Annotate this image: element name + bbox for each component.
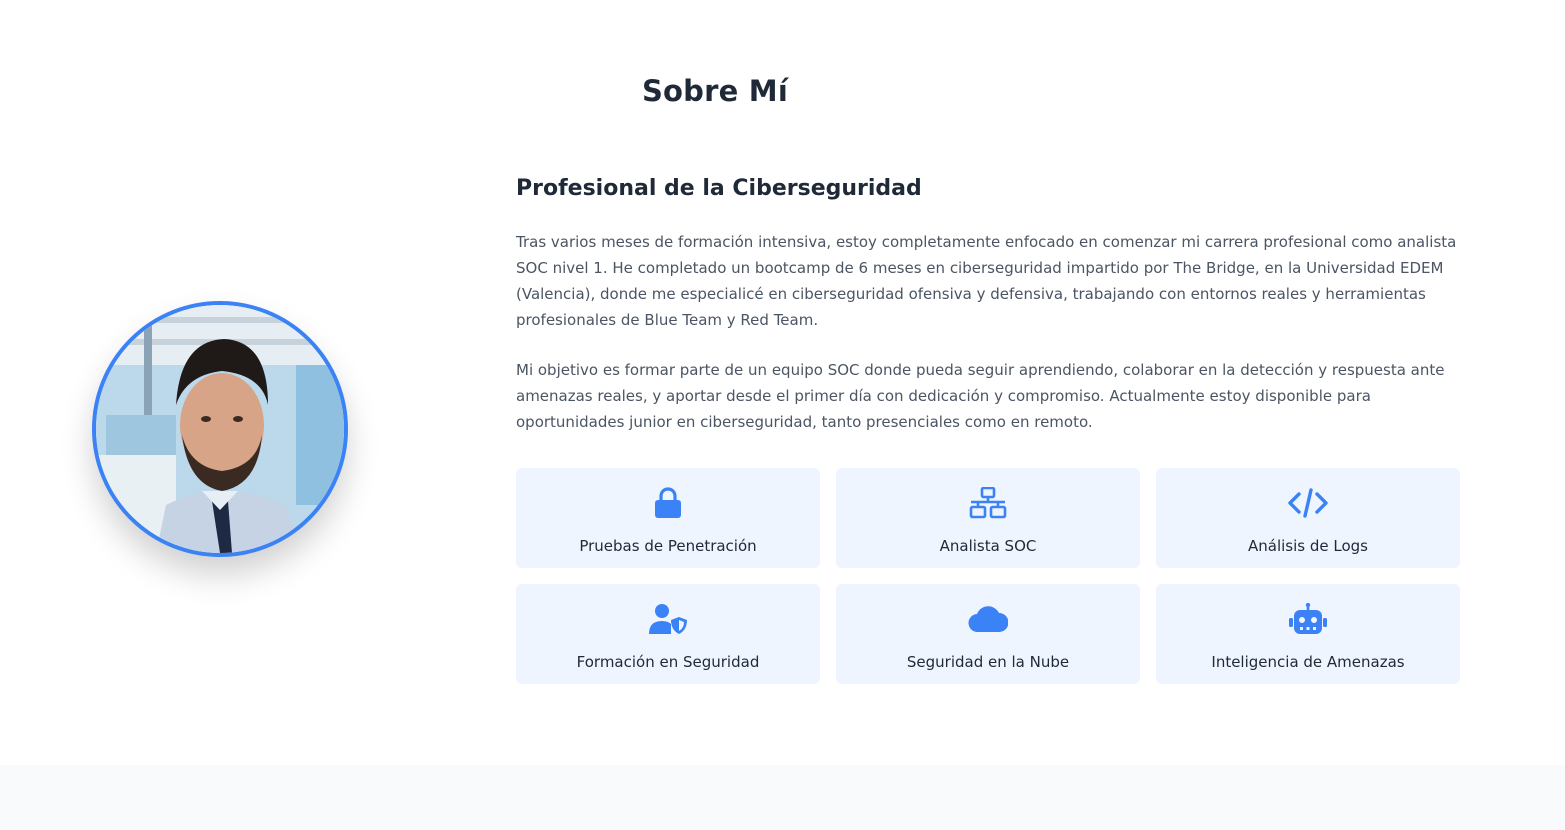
skill-card-security-training[interactable]: Formación en Seguridad [516, 584, 820, 684]
section-title: Sobre Mí [641, 74, 789, 108]
skill-card-soc-analyst[interactable]: Analista SOC [836, 468, 1140, 568]
network-icon [968, 485, 1008, 521]
skill-label: Pruebas de Penetración [579, 537, 757, 555]
lock-icon [648, 485, 688, 521]
skill-label: Seguridad en la Nube [906, 653, 1070, 671]
about-subtitle: Profesional de la Ciberseguridad [516, 176, 922, 201]
skill-label: Formación en Seguridad [576, 653, 760, 671]
skill-card-threat-intelligence[interactable]: Inteligencia de Amenazas [1156, 584, 1460, 684]
profile-photo [92, 301, 348, 557]
skill-card-cloud-security[interactable]: Seguridad en la Nube [836, 584, 1140, 684]
skill-label: Inteligencia de Amenazas [1211, 653, 1405, 671]
skill-label: Analista SOC [939, 537, 1037, 555]
skills-grid: Pruebas de Penetración Analista SOC Anál… [516, 468, 1461, 684]
skill-label: Análisis de Logs [1248, 537, 1368, 555]
about-paragraph-2: Mi objetivo es formar parte de un equipo… [516, 361, 1445, 431]
skill-card-log-analysis[interactable]: Análisis de Logs [1156, 468, 1460, 568]
next-section-band [0, 765, 1565, 830]
about-paragraph-1: Tras varios meses de formación intensiva… [516, 233, 1457, 329]
cloud-icon [968, 601, 1008, 637]
robot-icon [1288, 601, 1328, 637]
skill-card-penetration-testing[interactable]: Pruebas de Penetración [516, 468, 820, 568]
about-section: Sobre Mí Profesional de la Cibersegurida… [0, 0, 1565, 765]
user-shield-icon [648, 601, 688, 637]
about-content: Profesional de la Ciberseguridad Tras va… [516, 170, 1461, 431]
code-icon [1288, 485, 1328, 521]
